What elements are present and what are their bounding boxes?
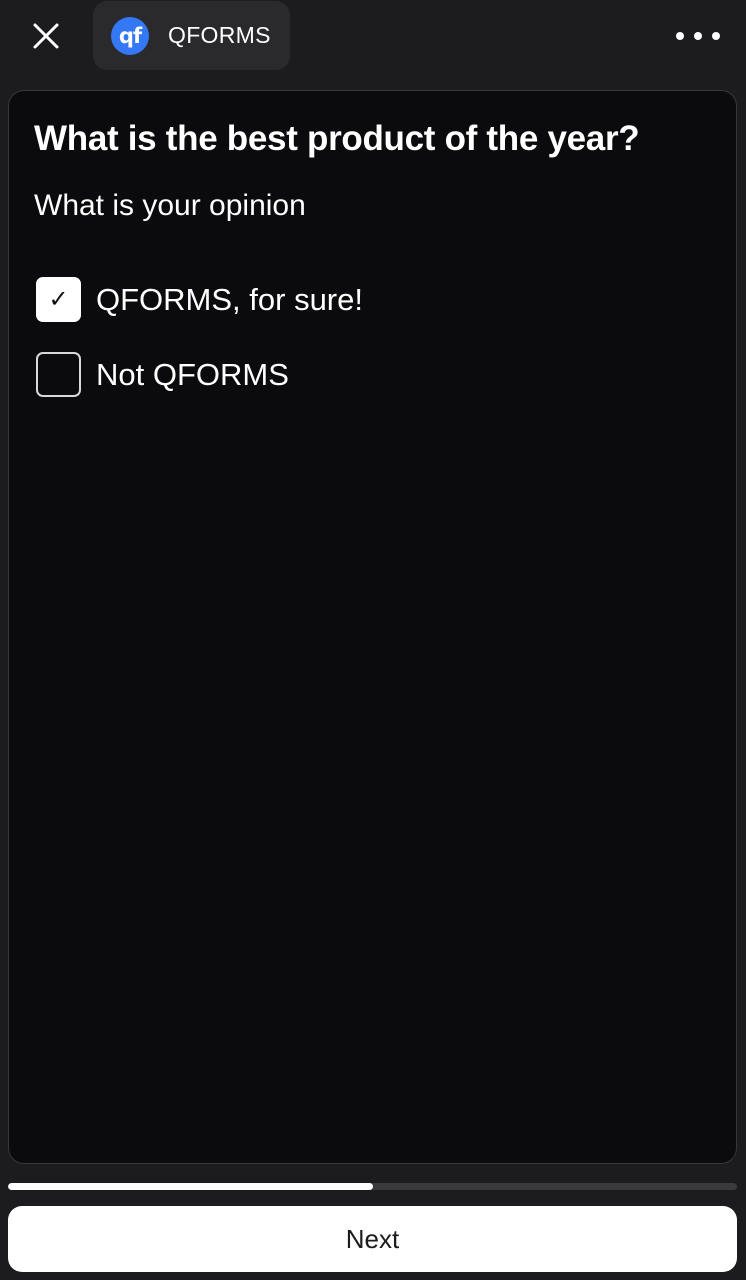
option-not-qforms[interactable]: Not QFORMS xyxy=(36,352,289,397)
top-bar: qf QFORMS xyxy=(0,0,746,82)
checkbox-checked[interactable]: ✓ xyxy=(36,277,81,322)
more-horizontal-icon xyxy=(712,32,720,40)
checkbox-unchecked[interactable] xyxy=(36,352,81,397)
app-logo: qf xyxy=(111,16,149,55)
progress-fill xyxy=(8,1183,373,1190)
option-label: QFORMS, for sure! xyxy=(96,281,363,317)
app-name: QFORMS xyxy=(168,22,271,48)
form-card: What is the best product of the year? Wh… xyxy=(8,90,737,1164)
option-label: Not QFORMS xyxy=(96,356,289,392)
app-chip[interactable]: qf QFORMS xyxy=(93,1,290,70)
close-icon xyxy=(33,23,59,49)
checkmark-icon: ✓ xyxy=(48,286,69,313)
question-title: What is the best product of the year? xyxy=(34,119,640,158)
progress-bar xyxy=(8,1183,737,1190)
more-horizontal-icon xyxy=(676,32,684,40)
option-qforms-for-sure[interactable]: ✓ QFORMS, for sure! xyxy=(36,277,363,322)
next-button[interactable]: Next xyxy=(8,1206,737,1272)
question-subtitle: What is your opinion xyxy=(34,189,306,222)
more-horizontal-icon xyxy=(694,32,702,40)
more-options-button[interactable] xyxy=(676,26,720,46)
close-button[interactable] xyxy=(28,18,64,54)
